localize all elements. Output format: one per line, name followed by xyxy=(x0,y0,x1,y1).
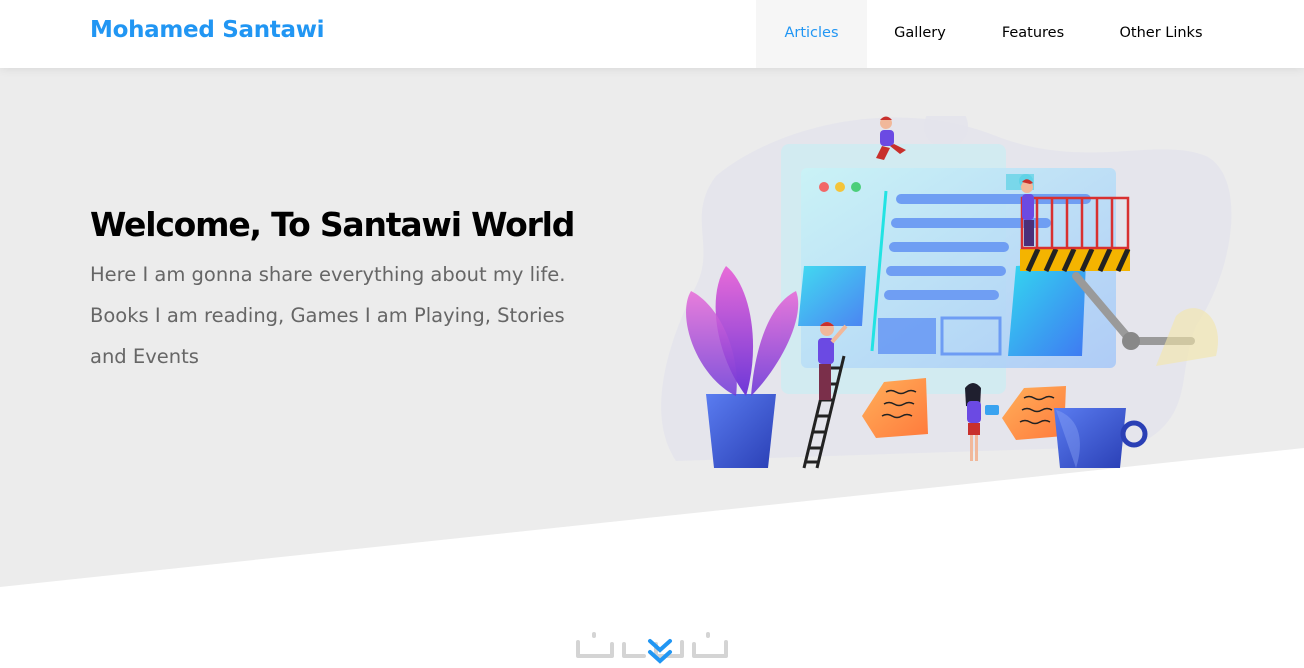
nav-link-other-links[interactable]: Other Links xyxy=(1093,0,1229,68)
landing-text: Welcome, To Santawi World Here I am gonn… xyxy=(90,202,580,377)
nav-link-features[interactable]: Features xyxy=(973,0,1093,68)
landing-description: Here I am gonna share everything about m… xyxy=(90,263,566,368)
double-chevron-down-icon[interactable] xyxy=(646,637,674,667)
main-nav: Articles Gallery Features Other Links xyxy=(756,0,1229,68)
nav-link-gallery[interactable]: Gallery xyxy=(867,0,973,68)
nav-link-articles[interactable]: Articles xyxy=(756,0,867,68)
landing-illustration xyxy=(661,116,1232,469)
landing-section: Welcome, To Santawi World Here I am gonn… xyxy=(0,68,1304,664)
landing-title: Welcome, To Santawi World xyxy=(90,205,575,244)
site-header: Mohamed Santawi Articles Gallery Feature… xyxy=(0,0,1304,68)
site-logo[interactable]: Mohamed Santawi xyxy=(90,17,325,43)
